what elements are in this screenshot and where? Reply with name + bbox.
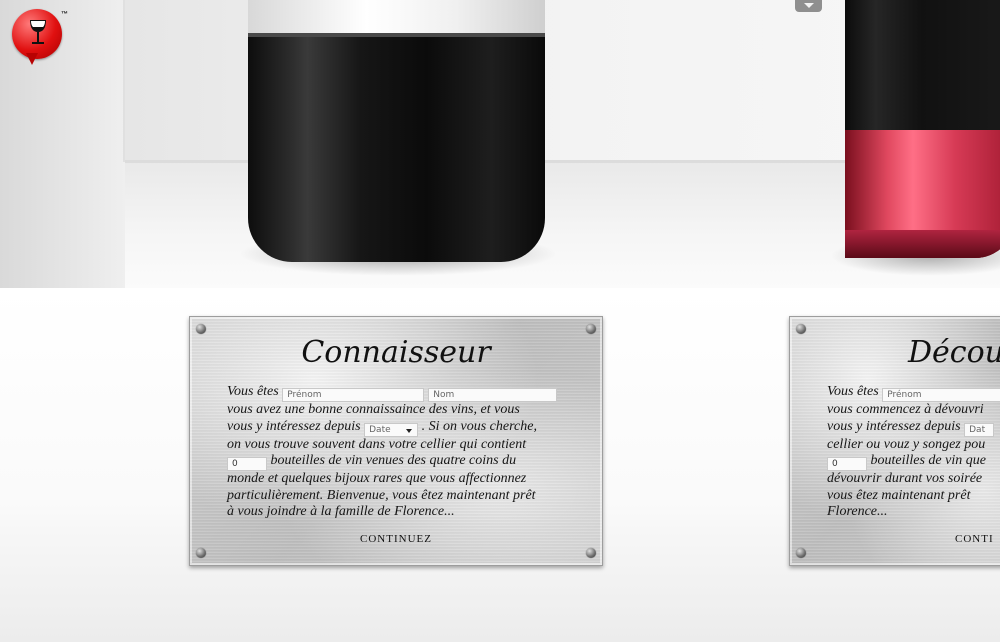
plate-title: Décou bbox=[908, 335, 1000, 370]
text-fragment: Vous êtes bbox=[827, 384, 879, 399]
screw-icon bbox=[796, 548, 806, 558]
text-line: à vous joindre à la famille de Florence.… bbox=[227, 504, 455, 519]
logo[interactable] bbox=[12, 9, 64, 65]
dropdown-tab-button[interactable] bbox=[795, 0, 822, 12]
text-fragment: Vous êtes bbox=[227, 384, 279, 399]
plate-text: Vous êtes Prénom Nom vous avez une bonne … bbox=[227, 384, 587, 521]
first-name-input[interactable]: Prénom bbox=[882, 388, 1000, 402]
trademark-symbol: ™ bbox=[61, 11, 68, 18]
text-line: monde et quelques bijoux rares que vous … bbox=[227, 471, 527, 486]
profile-plate-connaisseur: Connaisseur Vous êtes Prénom Nom vous ave… bbox=[189, 316, 603, 566]
continue-button[interactable]: CONTINUEZ bbox=[190, 533, 602, 545]
text-fragment: vous y intéressez depuis bbox=[827, 418, 961, 434]
text-line: vous commencez à dévouvri bbox=[827, 402, 984, 417]
screw-icon bbox=[196, 324, 206, 334]
bottle-label bbox=[248, 0, 545, 37]
text-line: vous êtez maintenant prêt bbox=[827, 487, 971, 503]
black-wine-bottle bbox=[248, 0, 545, 262]
rose-wine-bottle bbox=[845, 0, 1000, 258]
date-select[interactable]: Date bbox=[364, 422, 419, 437]
text-line: Florence... bbox=[827, 504, 888, 519]
last-name-input[interactable]: Nom bbox=[428, 388, 558, 402]
first-name-input[interactable]: Prénom bbox=[282, 388, 425, 402]
screw-icon bbox=[796, 324, 806, 334]
screw-icon bbox=[586, 324, 596, 334]
bottle-count-input[interactable]: 0 bbox=[227, 457, 267, 471]
text-fragment: vous y intéressez depuis bbox=[227, 418, 361, 434]
rose-wine bbox=[845, 130, 1000, 258]
plate-title: Connaisseur bbox=[301, 335, 491, 370]
bottle-count-input[interactable]: 0 bbox=[827, 457, 867, 471]
date-select[interactable]: Dat bbox=[964, 422, 995, 437]
screw-icon bbox=[586, 548, 596, 558]
text-fragment: . Si on vous cherche, bbox=[421, 418, 537, 434]
continue-button[interactable]: CONTI bbox=[955, 533, 994, 545]
plate-text: Vous êtes Prénom vous commencez à dévouv… bbox=[827, 384, 1000, 521]
hero-scene: ™ bbox=[0, 0, 1000, 288]
wine-glass-icon bbox=[30, 20, 46, 44]
text-line: vous avez une bonne connaissaince des vi… bbox=[227, 402, 520, 417]
text-line: particulièrement. Bienvenue, vous êtez m… bbox=[227, 487, 536, 503]
text-fragment: bouteilles de vin venues des quatre coin… bbox=[270, 453, 517, 468]
text-line: cellier ou vouz y songez pou bbox=[827, 436, 986, 452]
text-fragment: bouteilles de vin que bbox=[870, 453, 986, 468]
profile-plate-decouvreur: Décou Vous êtes Prénom vous commencez à … bbox=[789, 316, 1000, 566]
text-line: on vous trouve souvent dans votre cellie… bbox=[227, 436, 527, 452]
screw-icon bbox=[196, 548, 206, 558]
logo-bubble-tail bbox=[26, 53, 38, 65]
text-line: dévouvrir durant vos soirée bbox=[827, 471, 983, 486]
